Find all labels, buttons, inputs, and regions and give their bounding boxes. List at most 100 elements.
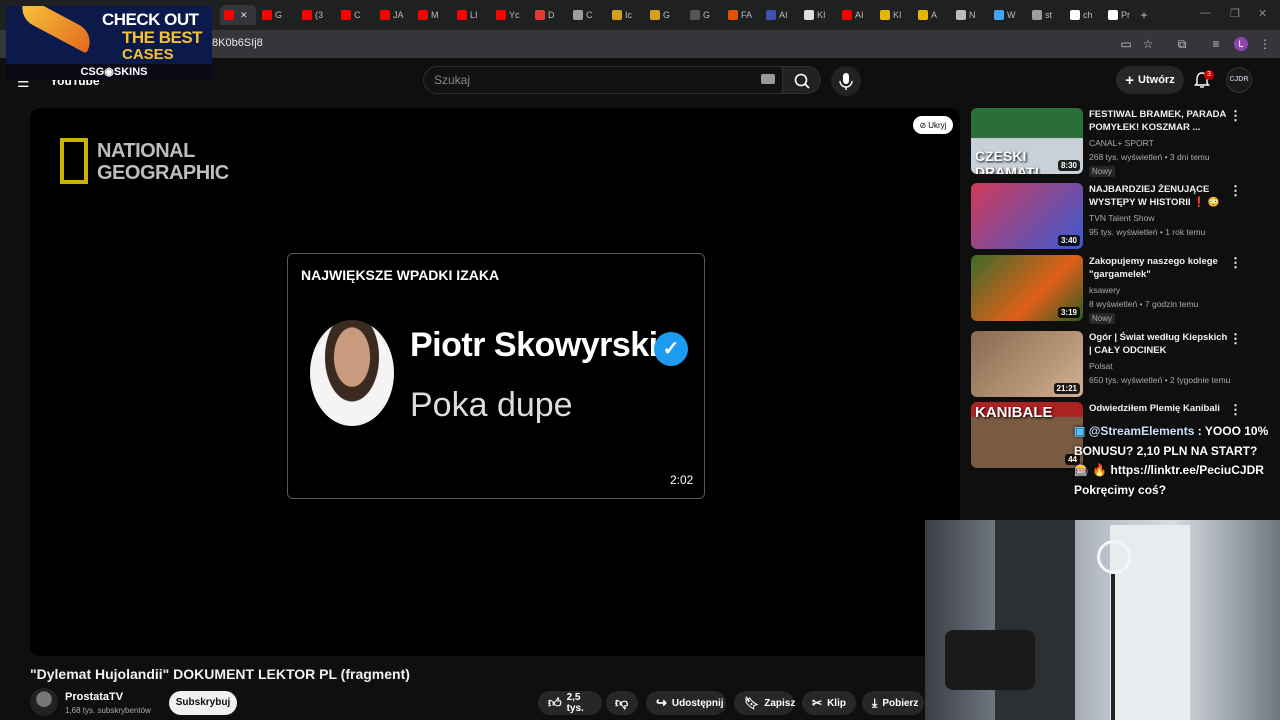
recommended-video[interactable]: 3:19 Zakopujemy naszego kolege "gargamele… bbox=[971, 255, 1261, 324]
ad-brand: CSG◉SKINS bbox=[6, 64, 212, 80]
recommended-video[interactable]: 3:40 NAJBARDZIEJ ŻENUJĄCE WYSTĘPY W HISTO… bbox=[971, 183, 1261, 249]
card-name: Piotr Skowyrski bbox=[410, 326, 658, 364]
voice-search-button[interactable] bbox=[831, 66, 861, 96]
natgeo-line-2: GEOGRAPHIC bbox=[97, 162, 229, 184]
browser-tab[interactable]: KI bbox=[800, 5, 836, 25]
browser-tab[interactable]: G bbox=[646, 5, 682, 25]
browser-tab[interactable]: C bbox=[569, 5, 605, 25]
recommended-channel[interactable]: CANAL+ SPORT bbox=[1089, 138, 1154, 148]
browser-tab[interactable]: ch bbox=[1066, 5, 1102, 25]
browser-tab[interactable]: st bbox=[1028, 5, 1064, 25]
recommended-title[interactable]: FESTIWAL BRAMEK, PARADA POMYŁEK! KOSZMAR… bbox=[1089, 108, 1229, 134]
browser-tab[interactable]: Yc bbox=[492, 5, 528, 25]
maximize-icon[interactable]: ❐ bbox=[1230, 7, 1240, 20]
browser-tab[interactable]: AI bbox=[762, 5, 798, 25]
webcam-overlay bbox=[925, 520, 1280, 720]
recommended-title[interactable]: Ogór | Świat według Kiepskich | CAŁY ODC… bbox=[1089, 331, 1229, 357]
bookmark-star-icon[interactable]: ☆ bbox=[1140, 36, 1156, 52]
microphone-icon bbox=[839, 73, 853, 90]
video-thumbnail[interactable]: 3:19 bbox=[971, 255, 1083, 321]
dislike-button[interactable]: 👎︎ bbox=[606, 691, 638, 715]
recommended-title[interactable]: NAJBARDZIEJ ŻENUJĄCE WYSTĘPY W HISTORII … bbox=[1089, 183, 1229, 211]
new-tab-icon[interactable]: + bbox=[1136, 7, 1152, 23]
channel-avatar[interactable] bbox=[30, 688, 58, 716]
video-duration: 21:21 bbox=[1053, 383, 1080, 394]
browser-tab[interactable]: FA bbox=[724, 5, 760, 25]
tab-label: G bbox=[663, 10, 671, 20]
browser-tab[interactable]: KI bbox=[876, 5, 912, 25]
download-label: Pobierz bbox=[882, 697, 919, 709]
browser-tab[interactable]: ✕ bbox=[220, 5, 256, 25]
search-box[interactable] bbox=[423, 66, 783, 94]
tab-close-icon[interactable]: ✕ bbox=[240, 10, 248, 21]
browser-tab[interactable]: (3 bbox=[298, 5, 334, 25]
video-duration: 3:19 bbox=[1057, 307, 1080, 318]
browser-tab[interactable]: LI bbox=[453, 5, 489, 25]
media-controls-icon[interactable]: ≡ bbox=[1208, 36, 1224, 52]
recommended-video[interactable]: CZESKI DRAMAT! 8:30 FESTIWAL BRAMEK, PARAD… bbox=[971, 108, 1261, 177]
video-thumbnail[interactable]: 21:21 bbox=[971, 331, 1083, 397]
browser-tab[interactable]: Pr bbox=[1104, 5, 1140, 25]
more-actions-icon[interactable]: ⋮ bbox=[1229, 108, 1242, 124]
tab-favicon-icon bbox=[1032, 10, 1042, 20]
cast-icon[interactable]: ▭ bbox=[1118, 36, 1134, 52]
minimize-icon[interactable]: — bbox=[1200, 7, 1211, 19]
close-window-icon[interactable]: ✕ bbox=[1258, 7, 1267, 20]
verified-check-icon: ✓ bbox=[654, 332, 688, 366]
video-thumbnail[interactable]: 3:40 bbox=[971, 183, 1083, 249]
create-button[interactable]: + Utwórz bbox=[1116, 66, 1184, 94]
scissors-icon: ✂ bbox=[812, 696, 823, 710]
thumbs-up-icon: 👍︎ bbox=[548, 695, 562, 710]
like-count: 2,5 tys. bbox=[566, 692, 584, 714]
chat-user: @StreamElements bbox=[1088, 424, 1195, 438]
browser-profile-avatar[interactable]: L bbox=[1234, 37, 1248, 51]
tab-favicon-icon bbox=[341, 10, 351, 20]
search-input[interactable] bbox=[434, 73, 734, 87]
browser-tab[interactable]: Ic bbox=[608, 5, 644, 25]
recommended-video[interactable]: 21:21 Ogór | Świat według Kiepskich | CAŁ… bbox=[971, 331, 1261, 397]
video-thumbnail[interactable]: KANIBALE 44 bbox=[971, 402, 1083, 468]
recommended-channel[interactable]: ksawery bbox=[1089, 285, 1120, 295]
more-actions-icon[interactable]: ⋮ bbox=[1229, 255, 1242, 271]
save-label: Zapisz bbox=[764, 697, 796, 709]
keyboard-icon[interactable] bbox=[761, 74, 775, 84]
browser-tab[interactable]: N bbox=[952, 5, 988, 25]
video-thumbnail[interactable]: CZESKI DRAMAT! 8:30 bbox=[971, 108, 1083, 174]
clip-button[interactable]: ✂ Klip bbox=[802, 691, 856, 715]
more-actions-icon[interactable]: ⋮ bbox=[1229, 402, 1242, 418]
browser-tab[interactable]: C bbox=[337, 5, 373, 25]
browser-tab[interactable]: A bbox=[914, 5, 950, 25]
channel-name[interactable]: ProstataTV bbox=[65, 691, 123, 703]
browser-tab[interactable]: D bbox=[531, 5, 567, 25]
like-button[interactable]: 👍︎ 2,5 tys. bbox=[538, 691, 602, 715]
save-button[interactable]: 🔖︎ Zapisz bbox=[734, 691, 796, 715]
more-actions-icon[interactable]: ⋮ bbox=[1229, 331, 1242, 347]
tab-label: G bbox=[275, 10, 283, 20]
browser-tab[interactable]: G bbox=[258, 5, 294, 25]
download-button[interactable]: ⤓ Pobierz bbox=[862, 691, 924, 715]
url-text[interactable]: 8K0b6SIj8 bbox=[212, 37, 263, 49]
extensions-icon[interactable]: ⧉ bbox=[1174, 36, 1190, 52]
browser-tab[interactable]: AI bbox=[838, 5, 874, 25]
tab-favicon-icon bbox=[766, 10, 776, 20]
share-button[interactable]: ↪ Udostępnij bbox=[646, 691, 726, 715]
browser-tab[interactable]: M bbox=[414, 5, 450, 25]
browser-tab[interactable]: W bbox=[990, 5, 1026, 25]
hide-overlay-button[interactable]: ⊘ Ukryj bbox=[913, 116, 953, 134]
plus-icon: + bbox=[1125, 71, 1135, 89]
account-avatar[interactable]: CJDR bbox=[1226, 67, 1252, 93]
recommended-title[interactable]: Odwiedziłem Plemię Kanibali bbox=[1089, 402, 1229, 415]
search-button[interactable] bbox=[783, 66, 821, 94]
recommended-channel[interactable]: TVN Talent Show bbox=[1089, 213, 1155, 223]
more-actions-icon[interactable]: ⋮ bbox=[1229, 183, 1242, 199]
chat-badge-icon: ▣ bbox=[1074, 424, 1086, 438]
recommended-channel[interactable]: Polsat bbox=[1089, 361, 1113, 371]
browser-tab[interactable]: G bbox=[686, 5, 722, 25]
browser-tab[interactable]: JA bbox=[376, 5, 412, 25]
tab-favicon-icon bbox=[880, 10, 890, 20]
subscribe-button[interactable]: Subskrybuj bbox=[169, 691, 237, 715]
recommended-meta: 268 tys. wyświetleń • 3 dni temu bbox=[1089, 152, 1210, 162]
recommended-title[interactable]: Zakopujemy naszego kolege "gargamelek" bbox=[1089, 255, 1229, 281]
browser-menu-icon[interactable]: ⋮ bbox=[1257, 36, 1273, 52]
tab-label: (3 bbox=[315, 10, 324, 20]
